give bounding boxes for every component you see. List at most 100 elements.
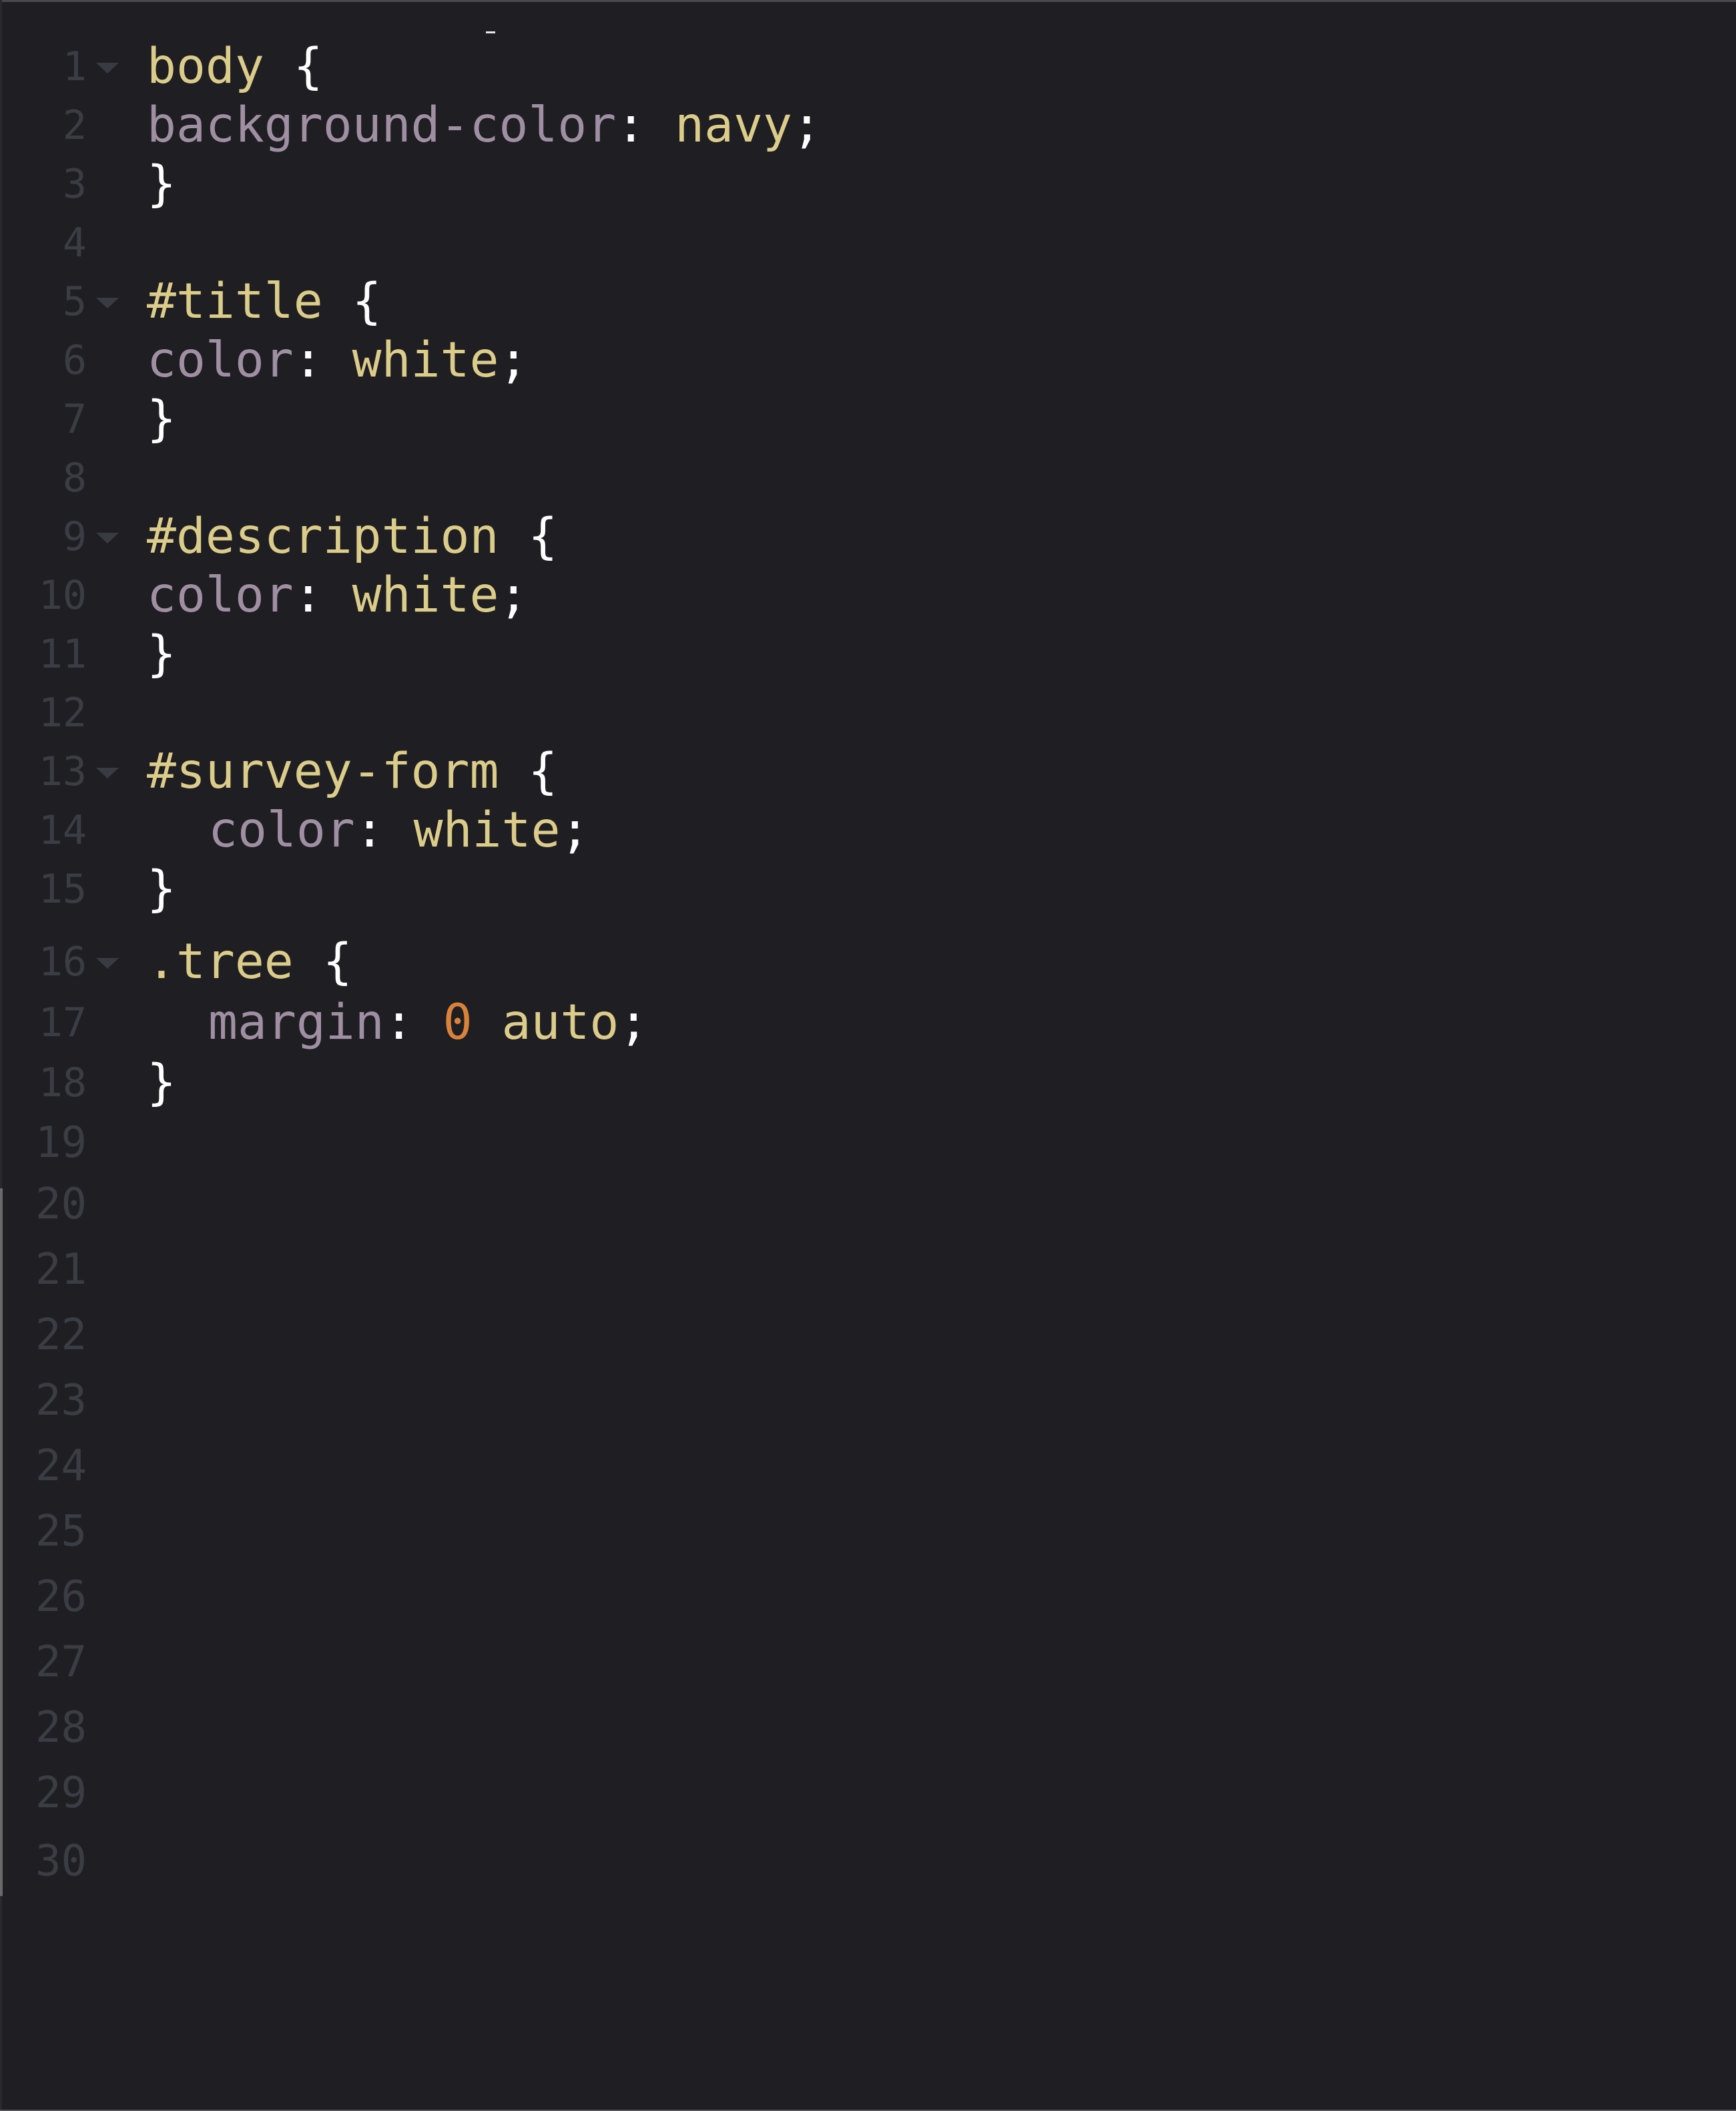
code-text: #title { <box>147 272 382 331</box>
line-number: 20 <box>35 1180 87 1229</box>
token-punc: { <box>293 933 352 990</box>
code-line[interactable]: 16 .tree { <box>0 933 1736 991</box>
token-punc: ; <box>619 994 649 1051</box>
line-number: 7 <box>62 396 87 443</box>
code-text: } <box>147 155 176 214</box>
token-val: navy <box>675 97 792 154</box>
code-line[interactable]: 18} <box>0 1053 1736 1112</box>
fold-arrow-icon[interactable] <box>96 533 119 543</box>
code-text: } <box>147 860 176 919</box>
token-prop: color <box>208 802 355 859</box>
code-line[interactable]: 28 <box>0 1698 1736 1757</box>
token-sel: .tree <box>147 933 294 990</box>
line-number: 25 <box>35 1507 87 1556</box>
code-line[interactable]: 3} <box>0 155 1736 214</box>
token-punc: : <box>293 567 352 624</box>
code-text: #description { <box>147 507 557 566</box>
line-number: 1 <box>62 43 87 90</box>
code-line[interactable]: 14 color: white; <box>0 801 1736 860</box>
line-number: 3 <box>62 161 87 208</box>
code-line[interactable]: 29 <box>0 1764 1736 1823</box>
line-number: 21 <box>35 1245 87 1295</box>
code-text: color: white; <box>147 331 528 390</box>
code-line[interactable]: 22 <box>0 1306 1736 1365</box>
code-line[interactable]: 24 <box>0 1437 1736 1495</box>
code-line[interactable]: 30 <box>0 1832 1736 1891</box>
code-text: #survey-form { <box>147 742 557 801</box>
code-text: color: white; <box>147 566 528 625</box>
token-prop: background-color <box>147 97 617 154</box>
code-line[interactable]: 23 <box>0 1371 1736 1430</box>
code-line[interactable]: 17 margin: 0 auto; <box>0 993 1736 1052</box>
code-line[interactable]: 20 <box>0 1175 1736 1234</box>
line-number: 4 <box>62 220 87 266</box>
token-val: white <box>413 802 561 859</box>
code-line[interactable]: 10 color: white; <box>0 566 1736 625</box>
token-punc: : <box>616 97 675 154</box>
token-sel: #description <box>147 508 499 565</box>
token-punc: ; <box>560 802 590 859</box>
code-line[interactable]: 1 body { <box>0 37 1736 96</box>
token-punc: : <box>354 802 414 859</box>
line-number: 14 <box>38 807 87 854</box>
token-punc: : <box>293 332 352 389</box>
code-line[interactable]: 13 #survey-form { <box>0 742 1736 801</box>
code-text: .tree { <box>147 933 352 991</box>
line-number: 12 <box>38 690 87 736</box>
code-line[interactable]: 12 <box>0 684 1736 742</box>
line-number: 18 <box>38 1060 87 1106</box>
token-sel: body <box>147 38 264 95</box>
token-punc: : <box>384 994 443 1051</box>
code-line[interactable]: 25 <box>0 1502 1736 1561</box>
code-text: } <box>147 1053 176 1112</box>
line-number: 23 <box>35 1376 87 1425</box>
line-number: 6 <box>62 337 87 384</box>
fold-arrow-icon[interactable] <box>96 63 119 73</box>
code-line[interactable]: 26 <box>0 1568 1736 1626</box>
code-line[interactable]: 15} <box>0 860 1736 919</box>
line-number: 28 <box>35 1703 87 1752</box>
token-punc: ; <box>499 332 529 389</box>
code-line[interactable]: 11} <box>0 625 1736 684</box>
code-line[interactable]: 4 <box>0 214 1736 272</box>
code-line[interactable]: 6 color: white; <box>0 331 1736 390</box>
token-sel: #survey-form <box>147 743 499 800</box>
code-text: background-color: navy; <box>147 96 822 155</box>
code-line[interactable]: 5 #title { <box>0 272 1736 331</box>
fold-arrow-icon[interactable] <box>96 958 119 969</box>
token-punc: ; <box>792 97 822 154</box>
code-editor[interactable]: 1 body {2 background-color: navy; 3} 4 5 #titl… <box>0 0 1736 2111</box>
code-text: } <box>147 625 176 684</box>
code-line[interactable]: 9 #description { <box>0 507 1736 566</box>
token-num: 0 <box>443 994 473 1051</box>
code-line[interactable]: 21 <box>0 1240 1736 1299</box>
line-number: 2 <box>62 102 87 149</box>
fold-arrow-icon[interactable] <box>96 768 119 778</box>
line-number: 13 <box>38 748 87 795</box>
token-punc: ; <box>499 567 529 624</box>
token-val: auto <box>501 994 619 1051</box>
fold-arrow-icon[interactable] <box>96 298 119 308</box>
code-line[interactable]: 7} <box>0 390 1736 449</box>
token-val: white <box>352 332 499 389</box>
code-line[interactable]: 8 <box>0 449 1736 507</box>
line-number: 17 <box>38 999 87 1046</box>
code-line[interactable]: 2 background-color: navy; <box>0 96 1736 155</box>
code-line[interactable]: 19 <box>0 1114 1736 1172</box>
line-number: 16 <box>38 939 87 985</box>
code-text: body { <box>147 37 323 96</box>
line-number: 15 <box>38 866 87 913</box>
code-line[interactable]: 27 <box>0 1633 1736 1692</box>
code-text: margin: 0 auto; <box>208 993 648 1052</box>
token-prop: margin <box>208 994 384 1051</box>
token-punc: { <box>499 508 558 565</box>
line-number: 26 <box>35 1572 87 1622</box>
line-number: 29 <box>35 1769 87 1818</box>
token-punc: { <box>322 273 382 330</box>
token-punc: } <box>147 156 176 212</box>
token-punc: } <box>147 626 176 682</box>
token-prop: color <box>147 332 294 389</box>
token-punc <box>473 994 502 1051</box>
line-number: 5 <box>62 278 87 325</box>
line-number: 19 <box>35 1118 87 1168</box>
